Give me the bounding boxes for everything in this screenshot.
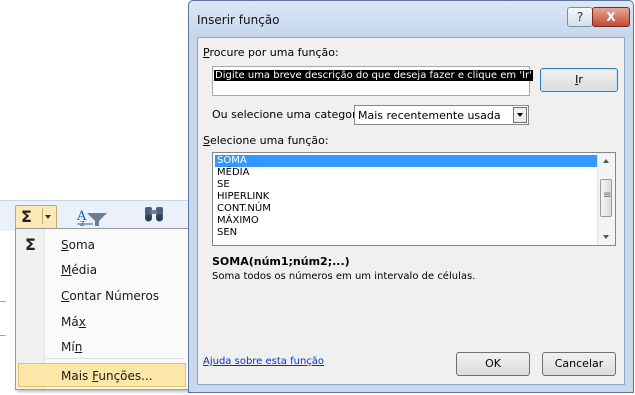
menu-item-label: Contar Números (61, 289, 160, 303)
search-label: Procure por uma função: (203, 46, 339, 59)
menu-item-label: Máx (61, 315, 86, 329)
search-input[interactable]: Digite uma breve descrição do que deseja… (212, 66, 533, 96)
list-scrollbar[interactable] (597, 153, 615, 245)
dialog-body: Procure por uma função: Digite uma breve… (197, 37, 625, 385)
scroll-thumb[interactable] (600, 179, 612, 217)
menu-item-label: Mín (61, 340, 83, 354)
function-list-item[interactable]: CONT.NÚM (215, 203, 597, 215)
sort-filter-icon[interactable]: A Z (65, 205, 115, 227)
search-input-text: Digite uma breve descrição do que deseja… (214, 70, 533, 81)
menu-item-min[interactable]: Mín (17, 335, 187, 359)
function-syntax: SOMA(núm1;núm2;...) (212, 255, 350, 268)
category-select[interactable]: Mais recentemente usada (354, 105, 529, 125)
ok-button[interactable]: OK (456, 352, 530, 376)
autosum-button[interactable]: Σ (15, 205, 57, 229)
category-label: Ou selecione uma categoria: (212, 108, 371, 121)
menu-item-soma[interactable]: Σ Soma (17, 233, 187, 257)
menu-item-mais-funcoes[interactable]: Mais Funções... (18, 363, 186, 387)
menu-item-label: Média (61, 263, 98, 277)
function-list-item[interactable]: MÉDIA (215, 167, 597, 179)
menu-item-max[interactable]: Máx (17, 310, 187, 334)
menu-item-contar-numeros[interactable]: Contar Números (17, 284, 187, 308)
sigma-icon: Σ (21, 207, 32, 226)
function-list[interactable]: SOMA MÉDIA SE HIPERLINK CONT.NÚM MÁXIMO SEN (212, 152, 616, 246)
menu-item-media[interactable]: Média (17, 258, 187, 282)
category-value: Mais recentemente usada (358, 109, 501, 122)
sigma-icon: Σ (25, 235, 36, 254)
menu-item-label: Mais Funções... (61, 369, 153, 383)
function-list-item[interactable]: MÁXIMO (215, 215, 597, 227)
dialog-titlebar[interactable]: Inserir função ? X (189, 1, 633, 37)
scroll-down-icon[interactable] (598, 230, 615, 245)
autosum-dropdown-menu: Σ Soma Média Contar Números Máx Mín Mais… (15, 228, 189, 390)
scroll-up-icon[interactable] (598, 153, 615, 168)
function-help-link[interactable]: Ajuda sobre esta função (203, 356, 324, 367)
chevron-down-icon[interactable] (513, 107, 527, 123)
function-list-item[interactable]: SE (215, 179, 597, 191)
function-list-item[interactable]: HIPERLINK (215, 191, 597, 203)
menu-item-label: Soma (61, 238, 96, 252)
binoculars-icon[interactable] (140, 203, 170, 225)
function-description: Soma todos os números em um intervalo de… (212, 271, 476, 282)
close-button[interactable]: X (592, 7, 630, 27)
help-button[interactable]: ? (567, 7, 593, 27)
dialog-title: Inserir função (197, 13, 280, 27)
autosum-dropdown-arrow-icon[interactable] (42, 208, 53, 224)
go-button[interactable]: Ir (540, 68, 618, 92)
sheet-edge-marks (0, 295, 6, 345)
menu-separator (46, 358, 184, 359)
function-list-label: Selecione uma função: (203, 134, 329, 147)
insert-function-dialog: Inserir função ? X Procure por uma funçã… (188, 0, 634, 393)
function-list-item[interactable]: SOMA (215, 155, 597, 167)
function-list-item[interactable]: SEN (215, 227, 597, 239)
cancel-button[interactable]: Cancelar (542, 352, 616, 376)
